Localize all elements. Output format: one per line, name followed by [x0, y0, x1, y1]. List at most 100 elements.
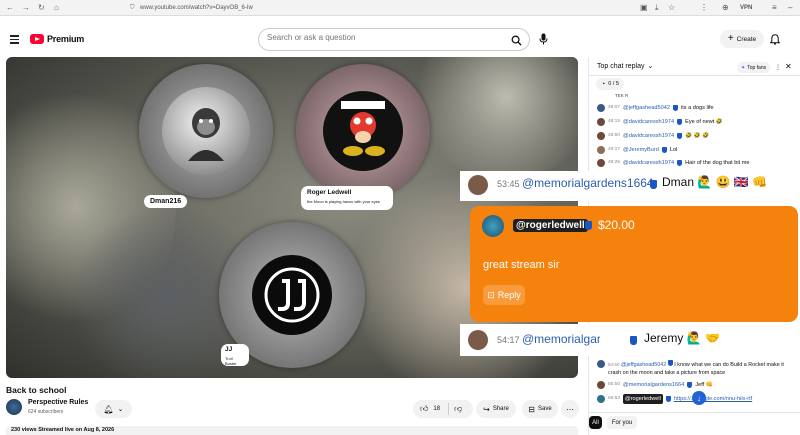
message-author: @rogerledwell [623, 394, 663, 404]
more-actions-button[interactable]: ⋯ [561, 400, 579, 418]
avatar [468, 175, 488, 195]
more-icon: ⋯ [566, 404, 574, 414]
message-time: 55:53 [608, 396, 621, 401]
message-text: Hair of the dog that bit me [685, 160, 750, 166]
participant-status: Troll Buster [225, 356, 237, 366]
message-time: 48:50 [608, 133, 621, 138]
site-info-icon[interactable]: ⛉ [130, 3, 135, 13]
channel-name[interactable]: Perspective Rules [28, 399, 88, 406]
super-chat-card[interactable]: @rogerledwell $20.00 great stream sir ⊡ … [470, 206, 798, 322]
chat-message[interactable]: 55:50 @memorialgardens1664 Jeff 👊 [597, 380, 713, 390]
verified-shield-icon [677, 133, 683, 139]
browser-menu-icon[interactable]: ≡ [772, 3, 777, 13]
reply-button[interactable]: ⊡ Reply [483, 285, 525, 305]
close-icon[interactable]: ✕ [785, 62, 792, 71]
minimize-icon[interactable]: – [788, 3, 792, 13]
top-fans-label: Top fans [747, 64, 767, 71]
chat-message-large-continued: Jeremy 🙋‍♂️ 🤝 [600, 324, 720, 356]
notifications-bell-icon[interactable] [768, 32, 782, 46]
avatar [597, 159, 605, 167]
poll-counter[interactable]: ◔ 0 / 5 [596, 78, 624, 90]
home-icon[interactable]: ⌂ [54, 3, 59, 13]
message-author: @jeffgashead5042 [623, 105, 670, 111]
like-dislike-group: 👍︎ 18 👎︎ [413, 400, 473, 418]
participant-name: Roger Ledwell [307, 189, 352, 196]
channel-avatar[interactable] [6, 399, 22, 415]
download-icon[interactable]: ⤓ [655, 3, 659, 13]
verified-shield-icon [661, 147, 667, 153]
verified-shield-icon [665, 396, 671, 402]
participant-avatar [323, 91, 403, 171]
message-text: Eye of newt 🤣 [685, 119, 723, 125]
subscribed-button[interactable]: 🔔︎ ⌄ [95, 400, 132, 418]
participant-name: Dman216 [144, 195, 188, 208]
share-icon: ↪ [483, 404, 490, 414]
share-button[interactable]: ↪ Share [476, 400, 516, 418]
save-button[interactable]: ⊟ Save [522, 400, 558, 418]
extensions-icon[interactable]: ⊕ [722, 3, 729, 13]
message-author: @jeffgashead5042 [621, 362, 667, 368]
share-label: Share [492, 406, 509, 412]
toad-drummer-avatar-icon [341, 101, 385, 156]
address-bar[interactable]: www.youtube.com/watch?v=DayvOB_6-Iw [140, 3, 253, 13]
participant-status: the Moon is playing havoc with your eyes [307, 199, 380, 204]
like-icon[interactable]: 👍︎ [420, 404, 428, 414]
super-chat-message: great stream sir [483, 259, 560, 271]
chat-message[interactable]: 49:17 @JeremyBurd Lol [597, 145, 677, 155]
avatar [468, 330, 488, 350]
menu-icon[interactable] [10, 33, 19, 46]
message-text: Jeff 👊 [695, 382, 713, 388]
message-author: @davidcaressh1974 [623, 160, 675, 166]
youtube-logo[interactable]: Premium [30, 34, 84, 44]
vpn-button[interactable]: VPN [740, 3, 752, 13]
message-link[interactable]: https://...google.com/nnu-hiix-rtf [674, 394, 752, 404]
top-fans-button[interactable]: ✦ Top fans [737, 62, 771, 73]
tab-for-you[interactable]: For you [607, 416, 637, 429]
chat-mode-dropdown[interactable]: Top chat replay ⌄ [597, 62, 653, 71]
chat-message[interactable]: 48:07 @jeffgashead5042 its a dogs life [597, 103, 714, 113]
message-time: 49:25 [608, 160, 621, 165]
verified-shield-icon [585, 221, 592, 230]
microphone-icon[interactable] [536, 32, 550, 46]
video-meta[interactable]: 230 views Streamed live on Aug 8, 2026 [6, 426, 578, 435]
message-time: 48:07 [608, 105, 621, 110]
video-title: Back to school [6, 385, 67, 395]
tab-all[interactable]: All [589, 416, 602, 429]
participant-disc[interactable] [296, 64, 430, 198]
super-chat-amount: $20.00 [598, 218, 635, 232]
message-time: 54:50 [608, 362, 620, 367]
reload-icon[interactable]: ↻ [38, 3, 45, 13]
menu-dots-icon[interactable]: ⋮ [700, 3, 708, 13]
avatar [597, 381, 605, 389]
search-input[interactable] [267, 33, 497, 42]
chat-message[interactable]: 48:50 @davidcaressh1974 🤣 🤣 🤣 [597, 131, 709, 141]
verified-shield-icon [672, 105, 678, 111]
back-icon[interactable]: ← [6, 3, 14, 13]
bookmark-icon[interactable]: ☆ [668, 3, 675, 13]
chat-filter-tabs: All For you [589, 416, 800, 435]
chat-message[interactable]: 49:25 @davidcaressh1974 Hair of the dog … [597, 158, 749, 168]
avatar [597, 395, 605, 403]
search-box [258, 28, 530, 51]
chat-menu-icon[interactable]: ⋮ [775, 64, 781, 71]
scroll-down-icon[interactable]: ↓ [692, 391, 706, 405]
chat-message[interactable]: 54:50 @jeffgashead5042 I know what we ca… [597, 360, 797, 377]
message-text: 🤣 🤣 🤣 [685, 133, 710, 139]
dislike-icon[interactable]: 👎︎ [454, 404, 462, 414]
participant-disc[interactable] [139, 64, 273, 198]
poll-count: 0 / 5 [608, 81, 619, 87]
chat-message-large[interactable]: 53:45 @memorialgardens1664 Dman 🙋‍♂️ 😃 🇬… [460, 171, 800, 201]
message-author: @davidcaressh1974 [623, 133, 675, 139]
screenshot-icon[interactable]: ▣ [640, 3, 648, 13]
monkey-avatar-icon [188, 108, 224, 161]
message-text: Dman 🙋‍♂️ 😃 🇬🇧 👊 [662, 175, 768, 189]
create-button[interactable]: + Create [720, 30, 764, 48]
chat-message-large[interactable]: 54:17 @memorialgardens1664 [460, 324, 654, 356]
chat-message[interactable]: 55:53 @rogerledwell https://...google.co… [597, 394, 752, 404]
forward-icon[interactable]: → [22, 3, 30, 13]
chevron-down-icon: ⌄ [117, 406, 124, 413]
message-author: @memorialgardens1664 [623, 382, 685, 388]
chat-message[interactable]: 48:15 @davidcaressh1974 Eye of newt 🤣 [597, 117, 723, 127]
search-icon[interactable] [509, 33, 523, 47]
youtube-logo-icon [30, 34, 44, 44]
